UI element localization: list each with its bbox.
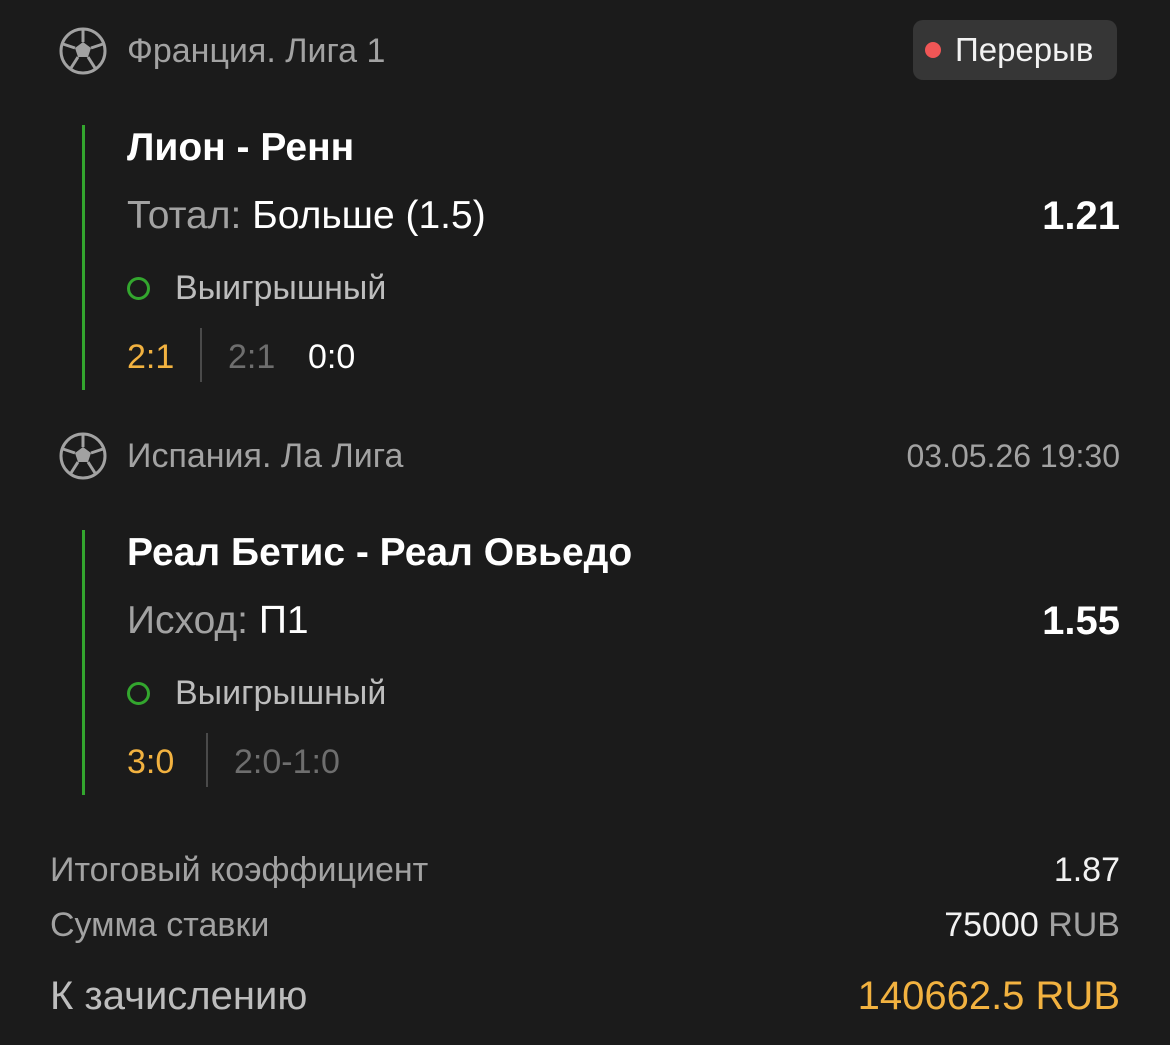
market-label: Исход: (127, 599, 249, 642)
soccer-ball-icon (59, 432, 107, 480)
total-odds-value: 1.87 (1053, 851, 1120, 889)
score-half: 2:1 (228, 338, 276, 376)
live-dot-icon (925, 42, 941, 58)
bet-odds: 1.55 (1042, 599, 1120, 643)
match-title[interactable]: Лион - Ренн (127, 125, 354, 171)
bet-market: Тотал: Больше (1.5) (127, 193, 486, 239)
bet-market: Исход: П1 (127, 598, 309, 644)
league-name: Испания. Ла Лига (127, 437, 404, 475)
stake-amount: 75000 (944, 906, 1039, 944)
result-status: Выигрышный (175, 674, 387, 712)
score-half: 2:0-1:0 (234, 743, 340, 781)
status-text: Перерыв (955, 31, 1094, 68)
score-final: 3:0 (127, 743, 175, 781)
payout-value: 140662.5 RUB (857, 974, 1120, 1018)
score-divider (206, 733, 208, 787)
win-circle-icon (127, 277, 150, 300)
event-indicator-line (82, 530, 85, 795)
score-divider (200, 328, 202, 382)
status-badge: Перерыв (913, 20, 1118, 80)
win-circle-icon (127, 682, 150, 705)
result-status: Выигрышный (175, 269, 387, 307)
bet-odds: 1.21 (1042, 194, 1120, 238)
event-card-1: Франция. Лига 1 Перерыв Лион - Ренн Тота… (0, 0, 1170, 400)
payout-label: К зачислению (50, 974, 308, 1018)
bet-summary: Итоговый коэффициент 1.87 Сумма ставки 7… (0, 830, 1170, 1045)
stake-currency: RUB (1048, 906, 1120, 944)
stake-value: 75000 RUB (944, 905, 1120, 945)
market-value: Больше (1.5) (252, 194, 486, 237)
score-final: 2:1 (127, 338, 175, 376)
market-label: Тотал: (127, 194, 242, 237)
match-title[interactable]: Реал Бетис - Реал Овьедо (127, 530, 632, 576)
score-live: 0:0 (308, 338, 356, 376)
total-odds-label: Итоговый коэффициент (50, 851, 429, 889)
event-card-2: Испания. Ла Лига 03.05.26 19:30 Реал Бет… (0, 400, 1170, 810)
league-name: Франция. Лига 1 (127, 32, 386, 70)
market-value: П1 (258, 599, 309, 642)
event-indicator-line (82, 125, 85, 390)
event-datetime: 03.05.26 19:30 (906, 438, 1120, 474)
soccer-ball-icon (59, 27, 107, 75)
stake-label: Сумма ставки (50, 906, 270, 944)
